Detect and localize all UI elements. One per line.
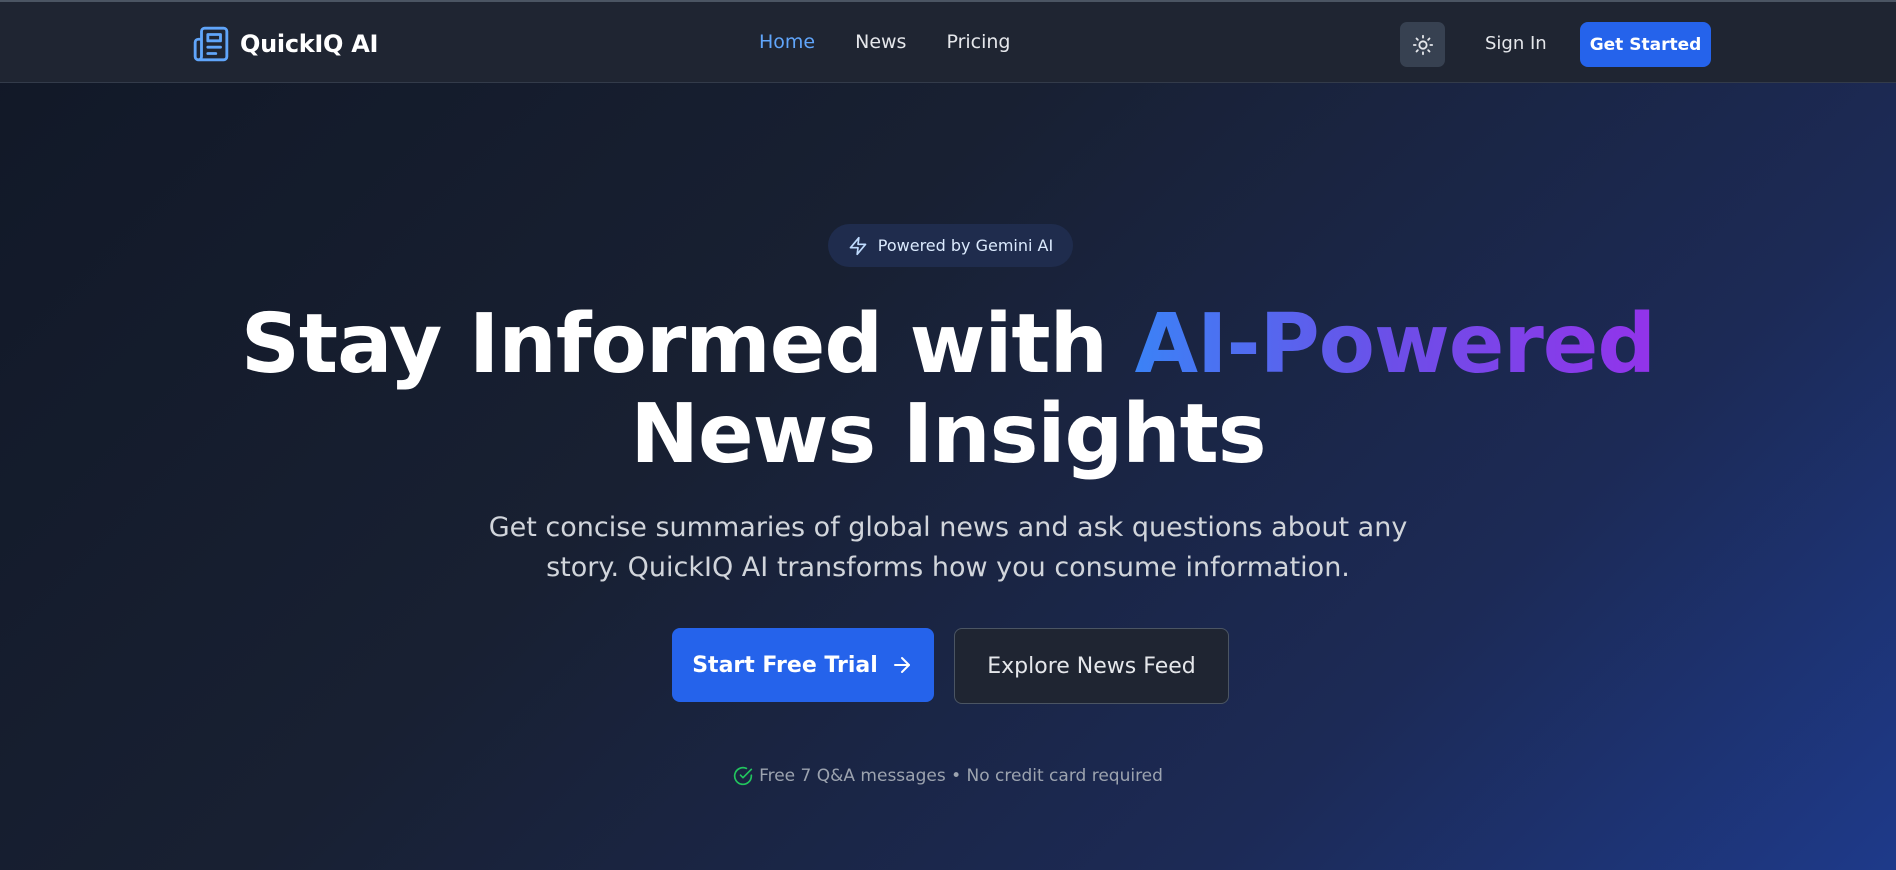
page: QuickIQ AI Home News Pricing Sign In Get… [0,0,1896,870]
explore-news-feed-button[interactable]: Explore News Feed [954,628,1229,704]
theme-toggle-button[interactable] [1400,22,1445,67]
nav-news-link[interactable]: News [855,31,906,53]
powered-by-badge: Powered by Gemini AI [828,224,1073,267]
badge-text: Powered by Gemini AI [877,236,1054,255]
get-started-button[interactable]: Get Started [1580,22,1711,67]
hero-subtitle: Get concise summaries of global news and… [488,512,1408,583]
brand-logo-link[interactable]: QuickIQ AI [192,24,378,64]
explore-news-feed-label: Explore News Feed [987,653,1196,679]
newspaper-icon [193,26,229,62]
brand-name: QuickIQ AI [240,30,379,58]
headline-line-1: Stay Informed with AI-Powered [0,300,1896,390]
main-nav: Home News Pricing [759,31,1011,53]
nav-home-link[interactable]: Home [759,31,815,53]
start-free-trial-button[interactable]: Start Free Trial [672,628,934,702]
arrow-right-icon [893,657,910,673]
headline-part-1: Stay Informed with [240,297,1135,392]
trial-note-text: Free 7 Q&A messages • No credit card req… [759,766,1163,786]
headline-line-2: News Insights [630,387,1266,482]
headline-highlight: AI-Powered [1134,297,1657,392]
hero-headline: Stay Informed with AI-Powered News Insig… [0,300,1896,480]
start-free-trial-label: Start Free Trial [692,652,878,678]
top-navbar: QuickIQ AI Home News Pricing Sign In Get… [0,0,1896,83]
sun-icon [1412,34,1433,55]
trial-note: Free 7 Q&A messages • No credit card req… [0,766,1896,786]
nav-pricing-link[interactable]: Pricing [946,31,1010,53]
lightning-icon [849,236,867,255]
check-circle-icon [733,766,753,786]
sign-in-button[interactable]: Sign In [1485,33,1547,54]
